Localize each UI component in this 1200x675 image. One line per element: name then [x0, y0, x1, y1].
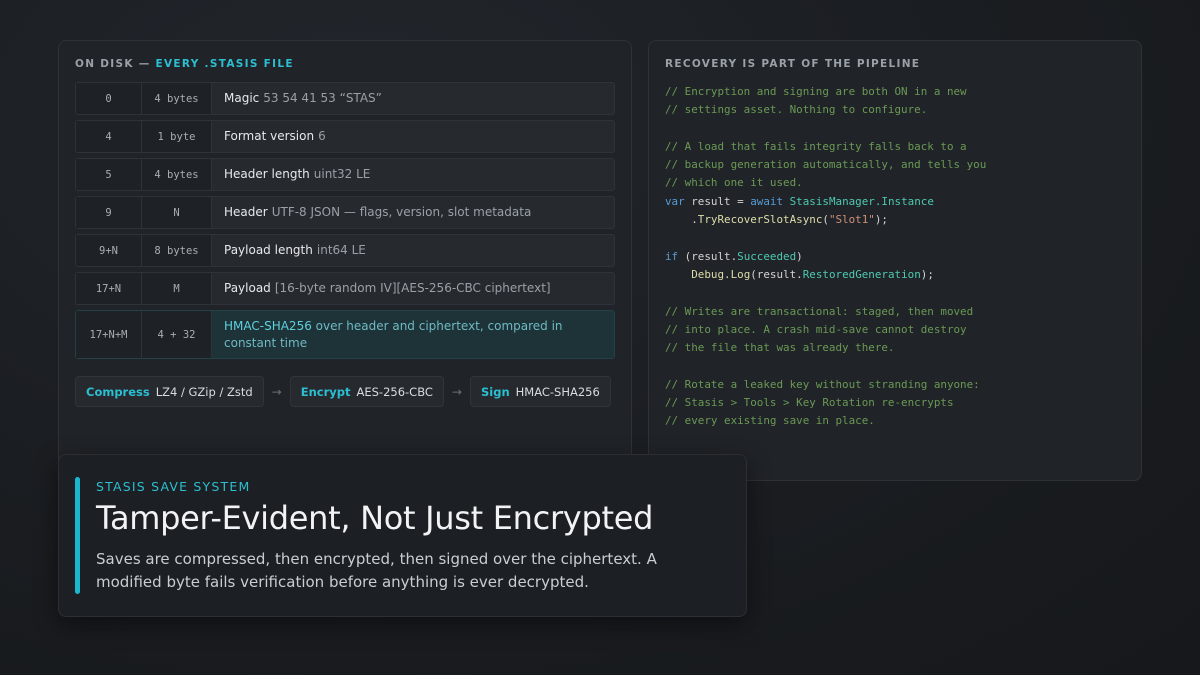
- table-row: 5 4 bytes Header length uint32 LE: [75, 158, 615, 191]
- size-cell: 8 bytes: [142, 235, 212, 266]
- table-row: 4 1 byte Format version 6: [75, 120, 615, 153]
- size-cell: 1 byte: [142, 121, 212, 152]
- compress-chip: Compress LZ4 / GZip / Zstd: [75, 376, 264, 407]
- offset-cell: 9+N: [76, 235, 142, 266]
- size-cell: N: [142, 197, 212, 228]
- code-block: // Encryption and signing are both ON in…: [665, 85, 987, 428]
- field-cell: Header UTF-8 JSON — flags, version, slot …: [224, 205, 532, 219]
- arrow-right-icon: →: [451, 384, 462, 399]
- offset-cell: 17+N+M: [76, 311, 142, 358]
- offset-cell: 0: [76, 83, 142, 114]
- sign-chip: Sign HMAC-SHA256: [469, 376, 611, 407]
- field-cell: Header length uint32 LE: [224, 167, 371, 181]
- offset-cell: 17+N: [76, 273, 142, 304]
- offset-cell: 9: [76, 197, 142, 228]
- recovery-title: RECOVERY IS PART OF THE PIPELINE: [665, 58, 921, 70]
- field-cell: HMAC-SHA256 over header and ciphertext, …: [224, 318, 563, 350]
- size-cell: M: [142, 273, 212, 304]
- table-row: 17+N M Payload [16-byte random IV][AES-25…: [75, 272, 615, 305]
- field-cell: Payload [16-byte random IV][AES-256-CBC c…: [224, 281, 551, 295]
- arrow-right-icon: →: [271, 384, 282, 399]
- hero-title: Tamper-Evident, Not Just Encrypted: [96, 499, 654, 537]
- field-cell: Payload length int64 LE: [224, 243, 366, 257]
- recovery-panel: RECOVERY IS PART OF THE PIPELINE // Encr…: [648, 40, 1142, 481]
- file-layout-table: 0 4 bytes Magic 53 54 41 53 “STAS” 4 1 by…: [75, 82, 615, 364]
- encrypt-chip: Encrypt AES-256-CBC: [289, 376, 444, 407]
- field-cell: Format version 6: [224, 129, 326, 143]
- field-cell: Magic 53 54 41 53 “STAS”: [224, 91, 382, 105]
- table-row-highlighted: 17+N+M 4 + 32 HMAC-SHA256 over header an…: [75, 310, 615, 359]
- hero-body: Saves are compressed, then encrypted, th…: [96, 550, 657, 591]
- hero-kicker: STASIS SAVE SYSTEM: [96, 479, 251, 494]
- table-row: 9 N Header UTF-8 JSON — flags, version, s…: [75, 196, 615, 229]
- offset-cell: 5: [76, 159, 142, 190]
- table-row: 9+N 8 bytes Payload length int64 LE: [75, 234, 615, 267]
- table-row: 0 4 bytes Magic 53 54 41 53 “STAS”: [75, 82, 615, 115]
- size-cell: 4 bytes: [142, 83, 212, 114]
- size-cell: 4 bytes: [142, 159, 212, 190]
- pipeline-chips: Compress LZ4 / GZip / Zstd → Encrypt AES…: [75, 376, 611, 407]
- on-disk-title: ON DISK — EVERY .STASIS FILE: [75, 58, 294, 70]
- on-disk-panel: ON DISK — EVERY .STASIS FILE 0 4 bytes M…: [58, 40, 632, 480]
- size-cell: 4 + 32: [142, 311, 212, 358]
- offset-cell: 4: [76, 121, 142, 152]
- hero-card: STASIS SAVE SYSTEM Tamper-Evident, Not J…: [58, 454, 747, 617]
- accent-bar: [75, 477, 80, 594]
